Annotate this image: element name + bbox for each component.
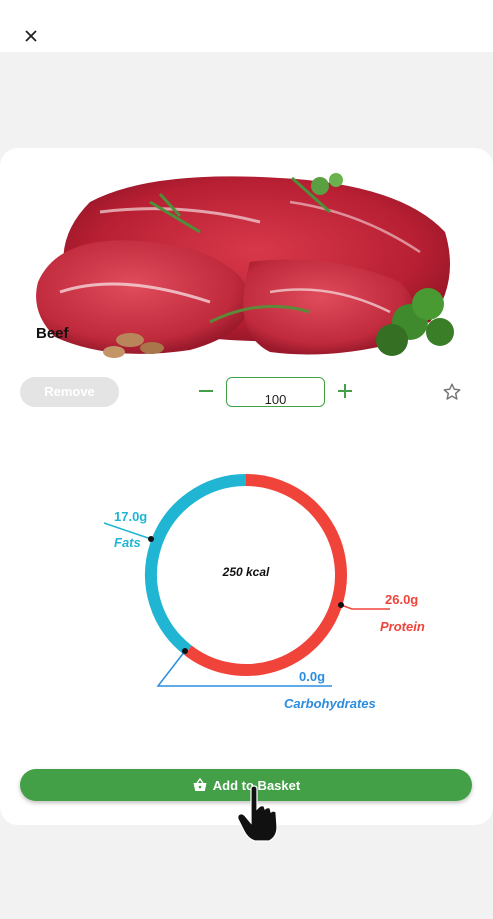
protein-dot <box>338 602 344 608</box>
product-card: Beef Remove 17.0g Fats 250 kcal 26.0g Pr… <box>0 148 493 825</box>
top-bar <box>0 0 493 52</box>
kcal-label: 250 kcal <box>222 565 270 579</box>
fats-dot <box>148 536 154 542</box>
remove-button[interactable]: Remove <box>20 377 119 407</box>
carbohydrates-value: 0.0g <box>299 669 326 684</box>
fats-label: Fats <box>114 535 141 550</box>
basket-icon <box>193 777 207 791</box>
protein-value: 26.0g <box>385 592 419 607</box>
plus-icon[interactable] <box>335 381 355 401</box>
fats-value: 17.0g <box>114 509 148 524</box>
beef-photo <box>36 173 454 358</box>
protein-leader <box>340 604 390 610</box>
product-name: Beef <box>36 325 69 342</box>
hand-pointer-icon <box>237 785 278 842</box>
close-icon[interactable] <box>20 25 42 47</box>
minus-icon[interactable] <box>196 381 216 401</box>
star-outline-icon[interactable] <box>441 381 463 403</box>
carbohydrates-label: Carbohydrates <box>284 696 376 711</box>
quantity-input[interactable] <box>226 377 325 407</box>
carbs-dot <box>182 648 188 654</box>
protein-label: Protein <box>380 619 425 634</box>
